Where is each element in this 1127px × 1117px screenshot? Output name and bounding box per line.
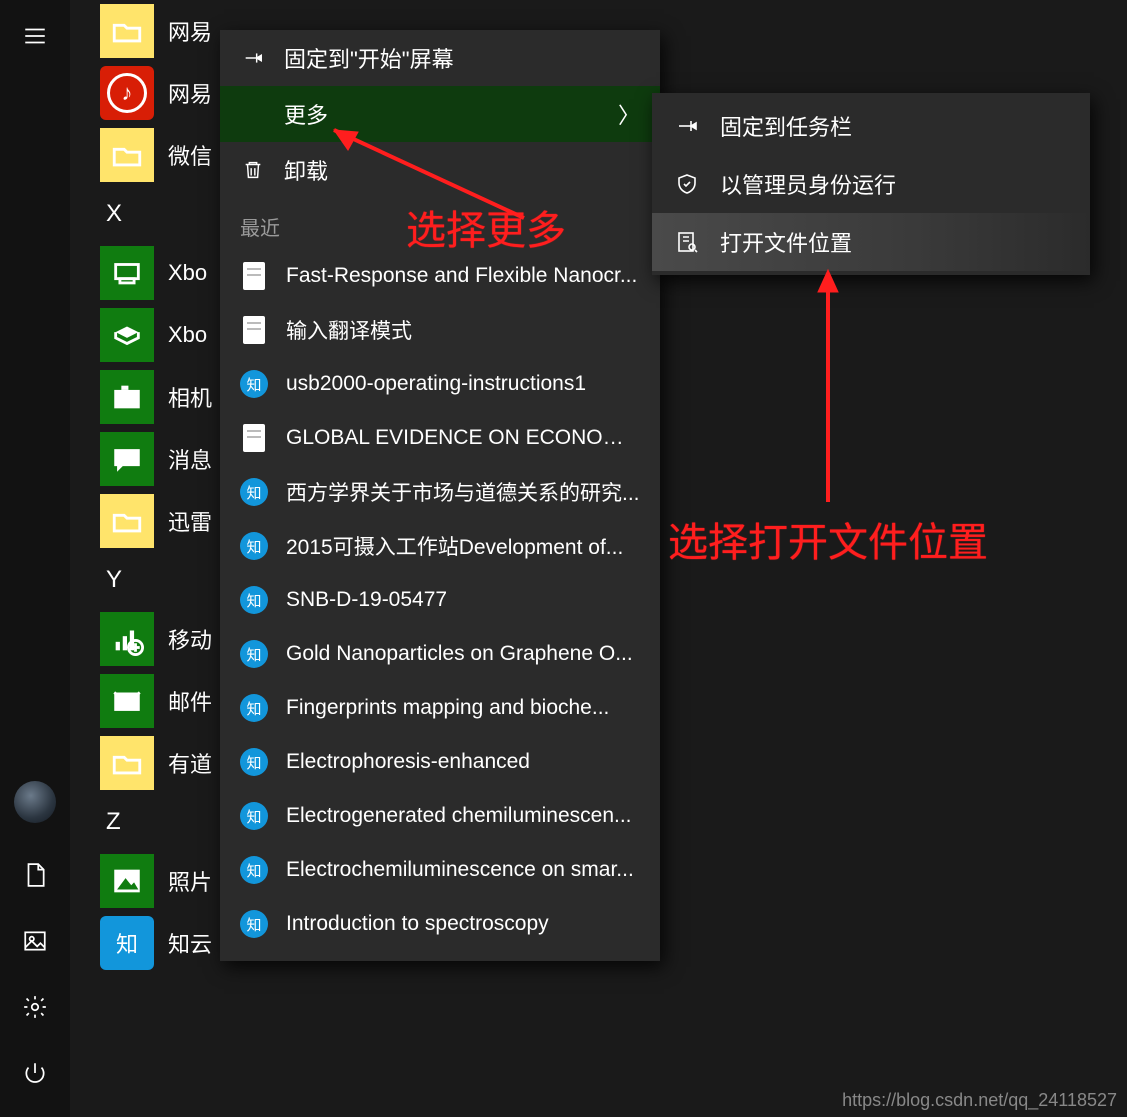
recent-item[interactable]: 知 Electrogenerated chemiluminescen...	[220, 789, 660, 843]
app-label: 网易	[168, 77, 212, 109]
app-label: Xbo	[168, 322, 207, 348]
recent-item[interactable]: GLOBAL EVIDENCE ON ECONOMI...	[220, 411, 660, 465]
recent-item-label: Fingerprints mapping and bioche...	[286, 696, 609, 720]
app-label: 知云	[168, 927, 212, 959]
messages-tile-icon	[100, 432, 154, 486]
recent-item-label: 输入翻译模式	[286, 315, 412, 345]
zhiyun-icon: 知	[240, 856, 268, 884]
recent-item-label: 2015可摄入工作站Development of...	[286, 531, 623, 561]
mail-tile-icon	[100, 674, 154, 728]
recent-item-label: usb2000-operating-instructions1	[286, 372, 586, 396]
recent-item[interactable]: 知 2015可摄入工作站Development of...	[220, 519, 660, 573]
recent-item[interactable]: Fast-Response and Flexible Nanocr...	[220, 249, 660, 303]
zhiyun-icon: 知	[240, 910, 268, 938]
recent-item[interactable]: 知 Electrochemiluminescence on smar...	[220, 843, 660, 897]
submenu-pin-label: 固定到任务栏	[720, 110, 852, 142]
app-label: 相机	[168, 381, 212, 413]
app-label: 移动	[168, 623, 212, 655]
recent-item[interactable]: 知 usb2000-operating-instructions1	[220, 357, 660, 411]
app-label: Xbo	[168, 260, 207, 286]
recent-item-label: Fast-Response and Flexible Nanocr...	[286, 264, 637, 288]
app-label: 邮件	[168, 685, 212, 717]
app-label: 微信	[168, 139, 212, 171]
annotation-text-openloc: 选择打开文件位置	[668, 510, 988, 568]
hamburger-icon[interactable]	[21, 22, 49, 50]
xbox-tile-icon	[100, 308, 154, 362]
app-label: 网易	[168, 15, 212, 47]
app-label: 照片	[168, 865, 212, 897]
folder-tile-icon	[100, 494, 154, 548]
app-label: 有道	[168, 747, 212, 779]
folder-tile-icon	[100, 128, 154, 182]
app-label: 迅雷	[168, 505, 212, 537]
recent-item[interactable]: 知 Fingerprints mapping and bioche...	[220, 681, 660, 735]
recent-item[interactable]: 知 Gold Nanoparticles on Graphene O...	[220, 627, 660, 681]
recent-item-label: GLOBAL EVIDENCE ON ECONOMI...	[286, 426, 640, 450]
zhiyun-icon: 知	[240, 478, 268, 506]
recent-item-label: Electrogenerated chemiluminescen...	[286, 804, 632, 828]
recent-item-label: SNB-D-19-05477	[286, 588, 447, 612]
submenu-run-as-admin[interactable]: 以管理员身份运行	[652, 155, 1090, 213]
recent-item-label: Gold Nanoparticles on Graphene O...	[286, 642, 633, 666]
document-icon	[240, 424, 268, 452]
zhiyun-icon: 知	[240, 748, 268, 776]
settings-icon[interactable]	[21, 993, 49, 1021]
mobile-plan-tile-icon	[100, 612, 154, 666]
netease-music-tile-icon: ♪	[100, 66, 154, 120]
shield-icon	[674, 171, 700, 197]
blank-icon	[240, 101, 266, 127]
folder-tile-icon	[100, 736, 154, 790]
context-submenu: 固定到任务栏 以管理员身份运行 打开文件位置	[652, 93, 1090, 275]
photos-tile-icon	[100, 854, 154, 908]
recent-item[interactable]: 知 Introduction to spectroscopy	[220, 897, 660, 951]
zhiyun-tile-icon: 知	[100, 916, 154, 970]
user-avatar[interactable]	[14, 781, 56, 823]
submenu-openloc-label: 打开文件位置	[720, 226, 852, 258]
recent-item-label: Electrochemiluminescence on smar...	[286, 858, 634, 882]
recent-item[interactable]: 知 Electrophoresis-enhanced	[220, 735, 660, 789]
submenu-pin-to-taskbar[interactable]: 固定到任务栏	[652, 97, 1090, 155]
annotation-text-more: 选择更多	[406, 198, 566, 256]
recent-item-label: 西方学界关于市场与道德关系的研究...	[286, 477, 640, 507]
recent-item[interactable]: 知西方学界关于市场与道德关系的研究...	[220, 465, 660, 519]
recent-item[interactable]: 输入翻译模式	[220, 303, 660, 357]
chevron-right-icon: 〉	[618, 98, 640, 130]
file-location-icon	[674, 229, 700, 255]
trash-icon	[240, 157, 266, 183]
pictures-icon[interactable]	[21, 927, 49, 955]
zhiyun-icon: 知	[240, 370, 268, 398]
context-pin-label: 固定到"开始"屏幕	[284, 42, 454, 74]
recent-item[interactable]: 知 SNB-D-19-05477	[220, 573, 660, 627]
zhiyun-icon: 知	[240, 586, 268, 614]
context-pin-to-start[interactable]: 固定到"开始"屏幕	[220, 30, 660, 86]
annotation-arrow-openloc	[794, 262, 874, 517]
start-rail	[0, 0, 70, 1117]
documents-icon[interactable]	[21, 861, 49, 889]
zhiyun-icon: 知	[240, 640, 268, 668]
document-icon	[240, 262, 268, 290]
submenu-runadmin-label: 以管理员身份运行	[720, 168, 896, 200]
document-icon	[240, 316, 268, 344]
power-icon[interactable]	[21, 1059, 49, 1087]
recent-item-label: Introduction to spectroscopy	[286, 912, 549, 936]
folder-tile-icon	[100, 4, 154, 58]
watermark: https://blog.csdn.net/qq_24118527	[842, 1090, 1117, 1111]
xbox-console-tile-icon	[100, 246, 154, 300]
zhiyun-icon: 知	[240, 532, 268, 560]
app-label: 消息	[168, 443, 212, 475]
recent-item-label: Electrophoresis-enhanced	[286, 750, 530, 774]
pin-icon	[674, 113, 700, 139]
zhiyun-icon: 知	[240, 694, 268, 722]
recent-list: Fast-Response and Flexible Nanocr... 输入翻译…	[220, 249, 660, 951]
zhiyun-icon: 知	[240, 802, 268, 830]
pin-icon	[240, 45, 266, 71]
camera-tile-icon	[100, 370, 154, 424]
